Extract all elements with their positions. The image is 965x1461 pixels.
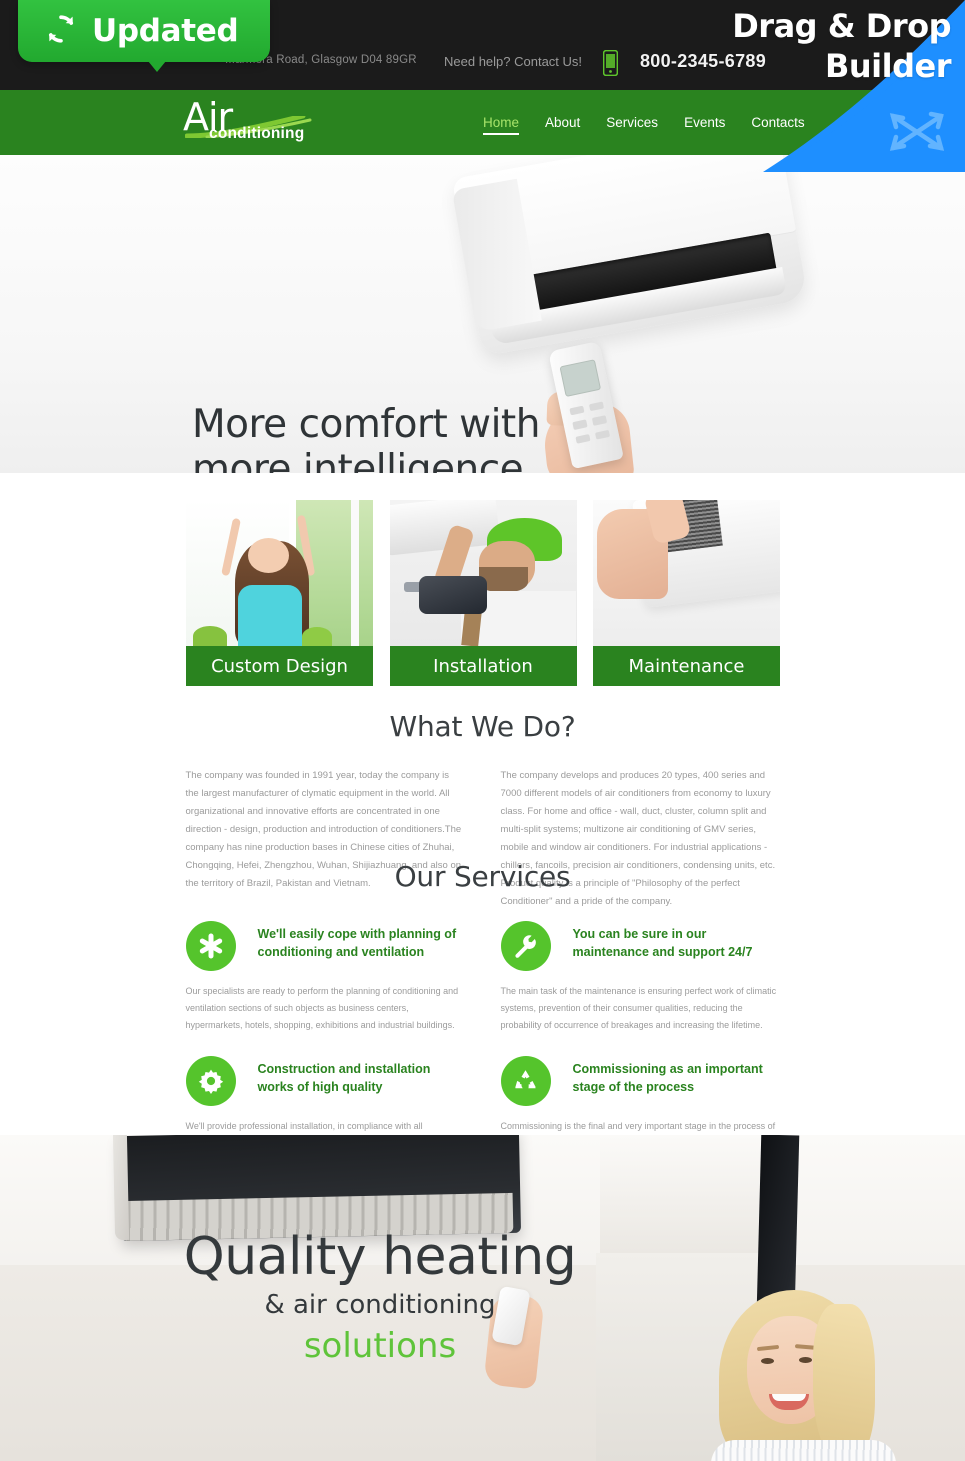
bottom-heading-line-3: solutions [303,1326,457,1366]
nav-item-services[interactable]: Services [593,90,671,155]
feature-card-custom-design[interactable]: Custom Design [186,500,373,686]
hero-heading-line-1: More comfort with [192,402,540,447]
custom-design-photo [186,500,373,646]
phone-number[interactable]: 800-2345-6789 [640,51,766,72]
wrench-icon [500,921,551,971]
feature-cards: Custom Design Installation Maintenance [186,500,780,686]
gear-icon [185,1056,236,1106]
logo-sub-text: conditioning [209,125,305,142]
feature-card-label: Custom Design [186,646,373,686]
updated-badge-label: Updated [92,13,239,49]
bottom-heading-line-2: & air conditioning [264,1290,496,1320]
our-services-title: Our Services [394,860,571,893]
mobile-phone-icon [602,49,619,77]
our-services-section: Our Services We'll easily cope with plan… [0,860,965,1169]
recycle-icon [500,1056,551,1106]
feature-card-installation[interactable]: Installation [389,500,577,686]
bottom-heading-line-1: Quality heating [183,1227,577,1287]
feature-card-label: Maintenance [593,646,780,686]
updated-badge: Updated [18,0,270,62]
main-navigation: Home About Services Events Contacts [470,90,818,155]
need-help-text: Need help? Contact Us! [444,54,583,69]
service-item-maintenance: You can be sure in our maintenance and s… [500,921,780,1034]
service-title: Construction and installation works of h… [257,1062,431,1094]
nav-item-contacts[interactable]: Contacts [738,90,817,155]
asterisk-snowflake-icon [185,921,236,971]
service-title: We'll easily cope with planning of condi… [257,927,457,959]
maintenance-photo [593,500,780,646]
nav-item-events[interactable]: Events [671,90,738,155]
hero-heading: More comfort with more intelligence and … [192,402,570,473]
installation-photo [389,500,577,646]
air-conditioner-illustration [451,155,809,357]
service-item-planning: We'll easily cope with planning of condi… [185,921,465,1034]
hero-heading-line-2: more intelligence [192,447,524,473]
bottom-hero-heading: Quality heating & air conditioning solut… [0,1228,760,1368]
updated-badge-pointer [148,61,166,72]
template-preview-page: ...armora Road, Glasgow D04 89GR Need he… [0,0,965,1461]
refresh-icon [44,12,78,51]
main-header-bar: Air conditioning Home About Services Eve… [0,90,965,155]
site-logo[interactable]: Air conditioning [183,98,333,150]
service-description: The main task of the maintenance is ensu… [500,986,777,1030]
hero-banner: More comfort with more intelligence and … [0,155,965,473]
feature-card-label: Installation [389,646,577,686]
service-title: You can be sure in our maintenance and s… [572,927,753,959]
service-title: Commissioning as an important stage of t… [572,1062,763,1094]
service-description: Our specialists are ready to perform the… [185,986,459,1030]
feature-card-maintenance[interactable]: Maintenance [593,500,780,686]
nav-item-home[interactable]: Home [470,90,532,155]
what-we-do-title: What We Do? [389,710,576,743]
nav-item-about[interactable]: About [532,90,593,155]
